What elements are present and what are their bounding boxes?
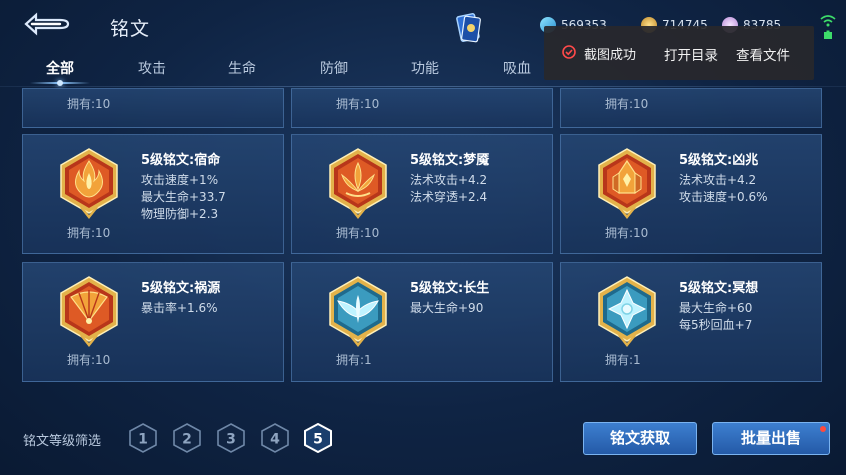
tab-divider <box>0 86 846 87</box>
rune-stat: 最大生命+60 <box>679 301 753 315</box>
rune-book-icon[interactable] <box>456 12 482 44</box>
rune-card-partial-2[interactable]: 拥有:10 <box>291 88 553 128</box>
rune-acquire-button[interactable]: 铭文获取 <box>583 422 697 455</box>
level-filter-5-selected[interactable]: 5 <box>303 423 333 453</box>
wifi-icon <box>820 15 836 27</box>
owned-count: 拥有:10 <box>605 226 649 240</box>
rune-stat: 法术攻击+4.2 <box>410 173 488 187</box>
rune-stat: 攻击速度+0.6% <box>679 190 768 204</box>
rune-card-huoyuan[interactable]: 5级铭文:祸源 暴击率+1.6% 拥有:10 <box>22 262 284 382</box>
owned-count: 拥有:10 <box>605 97 649 111</box>
rune-title: 5级铭文:冥想 <box>679 281 759 296</box>
owned-count: 拥有:10 <box>67 353 111 367</box>
level-filter-2[interactable]: 2 <box>172 423 202 453</box>
rune-stat: 暴击率+1.6% <box>141 301 218 315</box>
rune-title: 5级铭文:长生 <box>410 281 490 296</box>
rune-card-xiongzhao[interactable]: 5级铭文:凶兆 法术攻击+4.2 攻击速度+0.6% 拥有:10 <box>560 134 822 254</box>
owned-count: 拥有:10 <box>67 226 111 240</box>
rune-stat: 最大生命+90 <box>410 301 484 315</box>
tab-all[interactable]: 全部 <box>30 58 90 78</box>
tab-defense[interactable]: 防御 <box>304 58 364 78</box>
owned-count: 拥有:10 <box>336 226 380 240</box>
owned-count: 拥有:1 <box>605 353 641 367</box>
rune-title: 5级铭文:梦魇 <box>410 153 490 168</box>
level-filter-3[interactable]: 3 <box>216 423 246 453</box>
throne-rune-icon <box>598 148 656 219</box>
lotus-rune-icon <box>329 148 387 219</box>
bulk-sell-label: 批量出售 <box>740 429 801 447</box>
toast-message: 截图成功 <box>584 48 637 63</box>
tab-health[interactable]: 生命 <box>212 58 272 78</box>
owned-count: 拥有:10 <box>67 97 111 111</box>
owned-count: 拥有:10 <box>336 97 380 111</box>
rune-card-partial-3[interactable]: 拥有:10 <box>560 88 822 128</box>
rune-stat: 每5秒回血+7 <box>679 318 753 332</box>
crystal-rune-icon <box>598 276 656 347</box>
check-circle-icon <box>562 45 576 59</box>
view-file-link[interactable]: 查看文件 <box>736 44 790 64</box>
rune-stat: 物理防御+2.3 <box>141 207 219 221</box>
rune-stat: 法术穿透+2.4 <box>410 190 488 204</box>
rune-card-mengyan[interactable]: 5级铭文:梦魇 法术攻击+4.2 法术穿透+2.4 拥有:10 <box>291 134 553 254</box>
battery-icon <box>824 30 832 39</box>
screenshot-toast: 截图成功 打开目录 查看文件 <box>544 26 814 80</box>
category-tabs: 全部 攻击 生命 防御 功能 吸血 <box>0 58 560 86</box>
open-directory-link[interactable]: 打开目录 <box>664 44 718 64</box>
tab-utility[interactable]: 功能 <box>395 58 455 78</box>
owned-count: 拥有:1 <box>336 353 372 367</box>
rune-title: 5级铭文:宿命 <box>141 153 221 168</box>
notification-dot <box>820 426 826 432</box>
level-number: 4 <box>270 432 280 448</box>
rune-stat: 最大生命+33.7 <box>141 190 226 204</box>
rune-title: 5级铭文:祸源 <box>141 281 221 296</box>
level-filter-label: 铭文等级筛选 <box>23 434 102 449</box>
rune-card-partial-1[interactable]: 拥有:10 <box>22 88 284 128</box>
level-number: 1 <box>138 432 148 448</box>
level-number: 2 <box>182 432 192 448</box>
level-filter-4[interactable]: 4 <box>260 423 290 453</box>
rune-title: 5级铭文:凶兆 <box>679 153 759 168</box>
page-title: 铭文 <box>110 18 151 40</box>
rune-card-changsheng[interactable]: 5级铭文:长生 最大生命+90 拥有:1 <box>291 262 553 382</box>
fan-rune-icon <box>60 276 118 347</box>
level-filter-1[interactable]: 1 <box>128 423 158 453</box>
rune-stat: 法术攻击+4.2 <box>679 173 757 187</box>
rune-card-suming[interactable]: 5级铭文:宿命 攻击速度+1% 最大生命+33.7 物理防御+2.3 拥有:10 <box>22 134 284 254</box>
bulk-sell-button[interactable]: 批量出售 <box>712 422 830 455</box>
back-arrow-icon[interactable] <box>22 11 72 37</box>
flame-rune-icon <box>60 148 118 219</box>
wings-rune-icon <box>329 276 387 347</box>
tab-attack[interactable]: 攻击 <box>122 58 182 78</box>
level-number: 5 <box>313 432 323 448</box>
rune-card-mingxiang[interactable]: 5级铭文:冥想 最大生命+60 每5秒回血+7 拥有:1 <box>560 262 822 382</box>
tab-lifesteal[interactable]: 吸血 <box>487 58 547 78</box>
rune-stat: 攻击速度+1% <box>141 173 219 187</box>
level-number: 3 <box>226 432 236 448</box>
